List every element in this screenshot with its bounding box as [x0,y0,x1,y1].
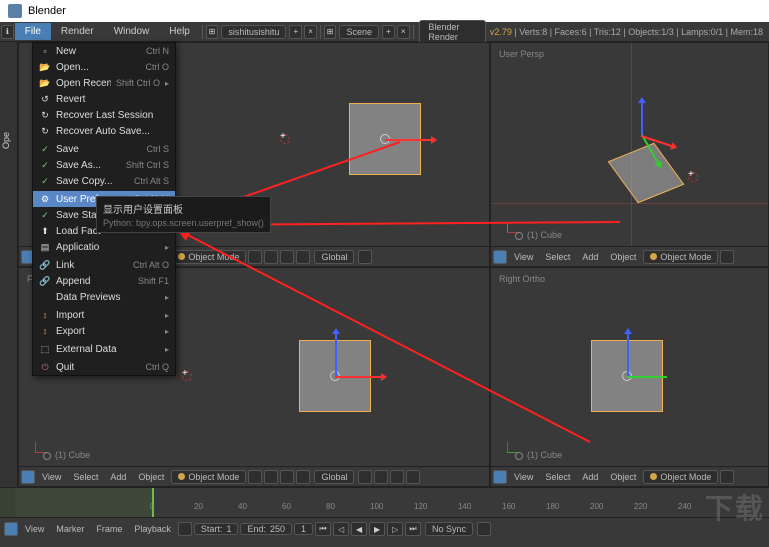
file-menu-recover-last-session[interactable]: ↻Recover Last Session [33,107,175,123]
tooltip: 显示用户设置面板 Python: bpy.ops.screen.userpref… [96,196,271,233]
watermark: 下载 [705,487,765,527]
play-icon[interactable]: ▶ [369,522,385,536]
3d-cursor-icon [685,169,699,183]
current-frame-field[interactable]: 1 [294,523,313,535]
shade-icon[interactable] [248,250,262,264]
timeline-editor: 020406080100120140160180200220240 View M… [0,487,769,547]
file-menu-applicatio[interactable]: ▤Applicatio▸ [33,239,175,255]
editor-type-icon[interactable] [21,470,35,484]
tooltip-python: Python: bpy.ops.screen.userpref_show() [103,218,264,228]
start-frame-field[interactable]: Start:1 [194,523,239,535]
editor-type-icon[interactable] [493,250,507,264]
file-menu-save[interactable]: ✓SaveCtrl S [33,141,175,157]
file-menu-revert[interactable]: ↺Revert [33,91,175,107]
render-engine-dropdown[interactable]: Blender Render [419,20,485,44]
layout-delete-icon[interactable]: × [304,25,317,39]
editor-type-icon[interactable]: ℹ [1,25,14,39]
viewport-header: View Select Add Object Object Mode [491,246,768,266]
mode-dropdown[interactable]: Object Mode [643,250,718,264]
viewport-bottom-right[interactable]: Right Ortho (1) Cube View Select Add Obj… [490,267,769,487]
3d-cursor-icon [277,131,291,145]
menu-render[interactable]: Render [51,23,104,40]
scene-field[interactable]: Scene [339,25,379,39]
3d-cursor-icon [179,368,193,382]
file-menu-save-as-[interactable]: ✓Save As...Shift Ctrl S [33,157,175,173]
menu-window[interactable]: Window [104,23,160,40]
object-label: (1) Cube [43,450,90,460]
view-label: Right Ortho [499,274,545,284]
mini-axis-icon [499,444,515,460]
cube-object[interactable] [591,340,663,412]
scene-delete-icon[interactable]: × [397,25,410,39]
keyframe-next-icon[interactable]: ▷ [387,522,403,536]
snap-icon[interactable] [358,250,372,264]
viewport-header: View Select Add Object Object Mode [491,466,768,486]
header-stats: v2.79 | Verts:8 | Faces:6 | Tris:12 | Ob… [490,27,769,37]
layers-icon[interactable] [296,250,310,264]
menu-file[interactable]: File [15,23,51,40]
timeline-header: View Marker Frame Playback Start:1 End:2… [0,518,769,540]
scene-browse-icon[interactable]: ⊞ [324,25,337,39]
autokey-icon[interactable] [477,522,491,536]
keyframe-prev-icon[interactable]: ◁ [333,522,349,536]
timeline-ruler[interactable]: 020406080100120140160180200220240 [0,488,769,518]
mini-axis-icon [27,444,43,460]
editor-type-icon[interactable] [493,470,507,484]
tooltip-title: 显示用户设置面板 [103,201,264,216]
view-label: User Persp [499,49,544,59]
file-menu-import[interactable]: ↕Import▸ [33,307,175,323]
viewport-header: View Select Add Object Object Mode Globa… [19,466,489,486]
cube-object[interactable] [349,103,421,175]
object-label: (1) Cube [515,230,562,240]
file-menu-append[interactable]: 🔗AppendShift F1 [33,273,175,289]
blender-icon [8,4,22,18]
file-menu-data-previews[interactable]: Data Previews▸ [33,289,175,305]
pivot-icon[interactable] [264,250,278,264]
cube-object[interactable] [299,340,371,412]
file-menu-open-[interactable]: 📂Open...Ctrl O [33,59,175,75]
orientation-dropdown[interactable]: Global [314,250,354,264]
file-menu-open-recent-[interactable]: 📂Open Recent...Shift Ctrl O▸ [33,75,175,91]
sync-dropdown[interactable]: No Sync [425,522,473,536]
object-label: (1) Cube [515,450,562,460]
file-menu-save-copy-[interactable]: ✓Save Copy...Ctrl Alt S [33,173,175,189]
file-menu-recover-auto-save-[interactable]: ↻Recover Auto Save... [33,123,175,139]
mode-dropdown[interactable]: Object Mode [643,470,718,484]
menu-help[interactable]: Help [159,23,200,40]
mode-dropdown[interactable]: Object Mode [171,250,246,264]
layout-add-icon[interactable]: + [289,25,302,39]
file-menu-quit[interactable]: ⏻QuitCtrl Q [33,359,175,375]
jump-end-icon[interactable]: ⏭ [405,522,421,536]
app-title: Blender [28,5,66,17]
file-menu-export[interactable]: ↕Export▸ [33,323,175,339]
editor-type-icon[interactable] [4,522,18,536]
tool-shelf-collapsed[interactable]: Ope [0,42,18,487]
top-menubar: ℹ File Render Window Help ⊞ sishitusishi… [0,22,769,42]
file-menu-external-data[interactable]: ⬚External Data▸ [33,341,175,357]
scene-add-icon[interactable]: + [382,25,395,39]
end-frame-field[interactable]: End:250 [240,523,292,535]
mini-axis-icon [499,224,515,240]
viewport-top-right[interactable]: User Persp (1) Cube View Select Add Obje… [490,42,769,267]
mode-dropdown[interactable]: Object Mode [171,470,246,484]
window-titlebar: Blender [0,0,769,22]
screen-layout-field[interactable]: sishitusishitu [221,25,286,39]
file-menu-link[interactable]: 🔗LinkCtrl Alt O [33,257,175,273]
layout-browse-icon[interactable]: ⊞ [206,25,219,39]
jump-start-icon[interactable]: ⏮ [315,522,331,536]
file-menu-new[interactable]: ▫NewCtrl N [33,43,175,59]
manipulator-icon[interactable] [280,250,294,264]
play-reverse-icon[interactable]: ◀ [351,522,367,536]
cube-object[interactable] [608,143,685,203]
